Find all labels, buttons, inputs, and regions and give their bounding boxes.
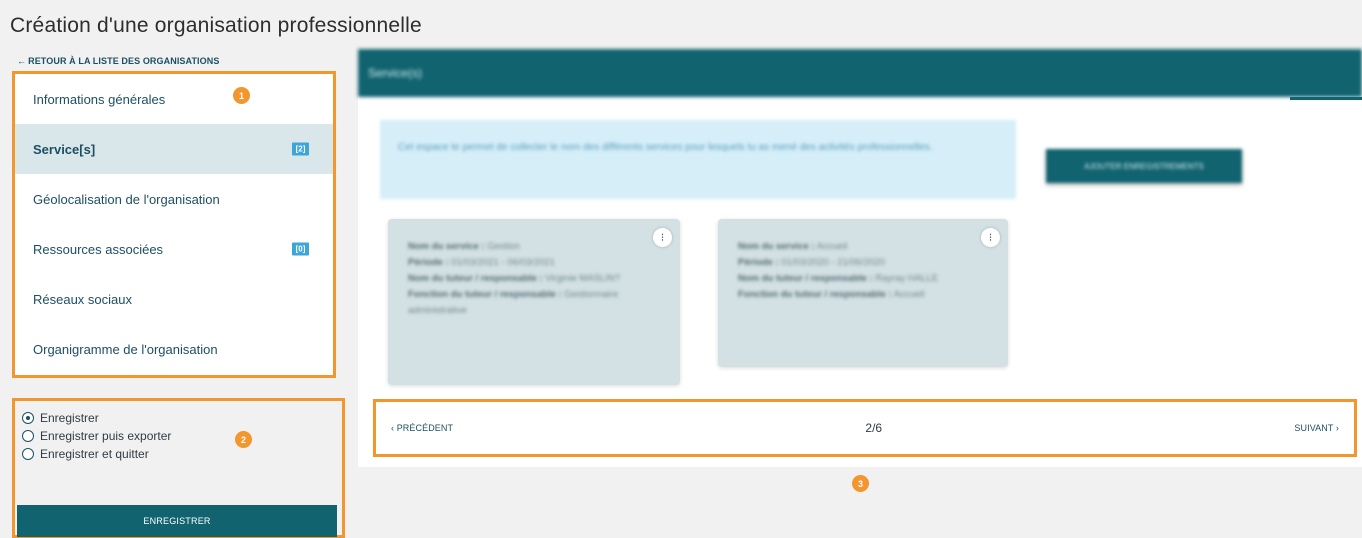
- radio-checked-icon: [22, 412, 34, 424]
- sidebar-item-label: Réseaux sociaux: [33, 291, 132, 307]
- sidebar-item-resources[interactable]: Ressources associées [0]: [15, 224, 333, 274]
- next-button[interactable]: SUIVANT ›: [1294, 423, 1339, 433]
- radio-unchecked-icon: [22, 448, 34, 460]
- page-indicator: 2/6: [865, 421, 883, 435]
- panel-header: Service(s): [358, 49, 1362, 97]
- count-badge: [0]: [292, 242, 309, 256]
- card-line: Nom du service : Accueil: [738, 241, 848, 252]
- back-link-label: RETOUR À LA LISTE DES ORGANISATIONS: [28, 56, 220, 66]
- service-card-details: Nom du service : Accueil Période : 01/03…: [718, 219, 1008, 323]
- info-message: Cet espace te permet de collecter le nom…: [380, 120, 1016, 199]
- save-button[interactable]: ENREGISTRER: [17, 505, 337, 537]
- sidebar-item-label: Organigramme de l'organisation: [33, 341, 218, 357]
- sidebar-item-general-info[interactable]: Informations générales: [15, 74, 333, 124]
- sidebar-item-org-chart[interactable]: Organigramme de l'organisation: [15, 324, 333, 374]
- radio-label: Enregistrer: [40, 411, 99, 425]
- sidebar-nav: Informations générales Service[s] [2] Gé…: [12, 71, 336, 378]
- service-card: ⁝ Nom du service : Gestion Période : 01/…: [388, 219, 680, 385]
- radio-save-quit[interactable]: Enregistrer et quitter: [22, 445, 342, 463]
- card-line: Nom du tuteur / responsable : Rayray HAL…: [738, 273, 939, 284]
- sidebar-item-label: Géolocalisation de l'organisation: [33, 191, 220, 207]
- card-line: Fonction du tuteur / responsable : Accue…: [738, 289, 925, 300]
- card-line: Fonction du tuteur / responsable : Gesti…: [408, 289, 619, 316]
- service-card: ⁝ Nom du service : Accueil Période : 01/…: [718, 219, 1008, 367]
- radio-save[interactable]: Enregistrer: [22, 409, 342, 427]
- save-options-panel: Enregistrer Enregistrer puis exporter En…: [12, 398, 345, 538]
- sidebar-item-services[interactable]: Service[s] [2]: [15, 124, 333, 174]
- radio-label: Enregistrer puis exporter: [40, 429, 172, 443]
- annotation-marker-3: 3: [852, 475, 869, 492]
- radio-save-export[interactable]: Enregistrer puis exporter: [22, 427, 342, 445]
- sidebar-item-label: Informations générales: [33, 91, 166, 107]
- sidebar-item-social-networks[interactable]: Réseaux sociaux: [15, 274, 333, 324]
- annotation-marker-2: 2: [235, 431, 252, 448]
- sidebar-item-geolocation[interactable]: Géolocalisation de l'organisation: [15, 174, 333, 224]
- card-line: Période : 01/03/2020 - 21/06/2020: [738, 257, 885, 268]
- pagination-bar: ‹ PRÉCÉDENT 2/6 SUIVANT ›: [373, 399, 1357, 457]
- back-to-list-link[interactable]: ← RETOUR À LA LISTE DES ORGANISATIONS: [17, 56, 219, 66]
- annotation-marker-1: 1: [233, 87, 250, 104]
- service-card-details: Nom du service : Gestion Période : 01/03…: [388, 219, 680, 339]
- add-service-button[interactable]: AJOUTER ENREGISTREMENTS: [1046, 149, 1242, 183]
- card-line: Période : 01/03/2021 - 06/03/2021: [408, 257, 555, 268]
- radio-label: Enregistrer et quitter: [40, 447, 149, 461]
- previous-button[interactable]: ‹ PRÉCÉDENT: [391, 423, 453, 433]
- header-divider: [1290, 97, 1362, 100]
- sidebar-item-label: Ressources associées: [33, 241, 164, 257]
- card-line: Nom du service : Gestion: [408, 241, 520, 252]
- page-title: Création d'une organisation professionne…: [10, 14, 422, 37]
- sidebar-item-label: Service[s]: [33, 141, 96, 157]
- count-badge: [2]: [292, 142, 309, 156]
- services-panel: Service(s) Cet espace te permet de colle…: [358, 49, 1362, 467]
- arrow-left-icon: ←: [17, 56, 27, 66]
- card-line: Nom du tuteur / responsable : Virginie M…: [408, 273, 621, 284]
- radio-unchecked-icon: [22, 430, 34, 442]
- panel-title: Service(s): [368, 66, 423, 80]
